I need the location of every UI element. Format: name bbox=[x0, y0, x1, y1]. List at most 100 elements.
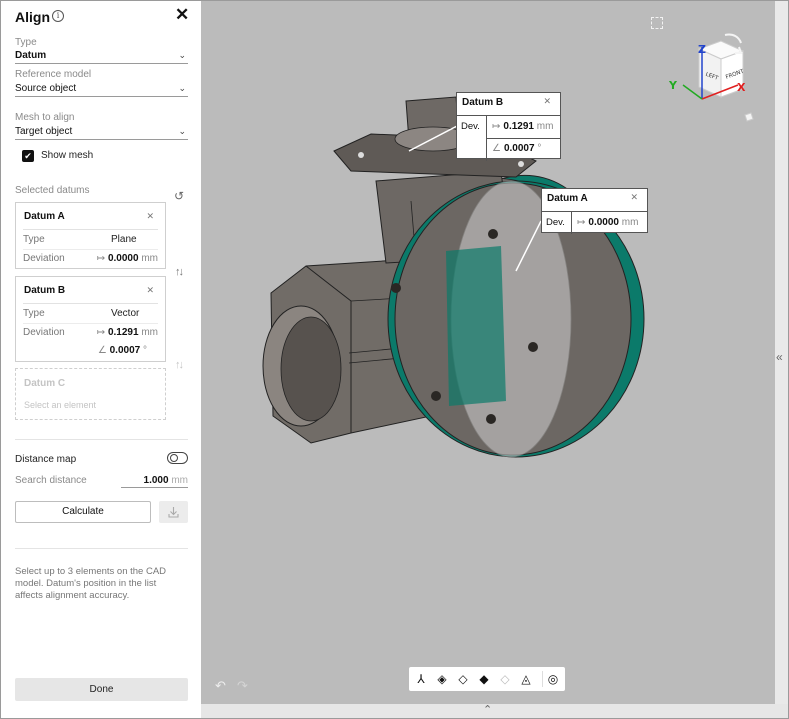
toolbar-divider bbox=[542, 671, 543, 687]
3d-viewport[interactable]: LEFT FRONT Z X Y Datum B ✕ Dev. ↦ 0.1291 … bbox=[201, 1, 775, 704]
datum-b-angle: ∠ 0.0007 ° bbox=[98, 345, 147, 356]
datum-b-deviation-row: Deviation ↦ 0.1291 mm bbox=[23, 327, 158, 339]
close-callout-b-icon[interactable]: ✕ bbox=[543, 96, 551, 107]
datum-b-type-row: Type Vector bbox=[23, 308, 158, 320]
download-icon bbox=[168, 507, 179, 518]
distance-map-label: Distance map bbox=[15, 454, 77, 465]
mesh-to-align-value: Target object bbox=[15, 126, 73, 137]
datum-a-deviation-label: Deviation bbox=[23, 253, 65, 264]
datum-a-type-label: Type bbox=[23, 234, 45, 245]
distance-icon: ↦ bbox=[492, 121, 501, 132]
axis-x-label: X bbox=[737, 81, 746, 94]
datum-a-deviation: ↦ 0.0000 mm bbox=[97, 253, 158, 264]
close-callout-a-icon[interactable]: ✕ bbox=[630, 192, 638, 203]
expand-up-icon[interactable]: ⌃ bbox=[483, 703, 492, 716]
remove-datum-b-icon[interactable]: ✕ bbox=[146, 285, 154, 296]
info-icon[interactable]: i bbox=[52, 10, 64, 22]
callout-datum-b-dev-label: Dev. bbox=[457, 116, 487, 161]
divider bbox=[23, 323, 158, 324]
callout-datum-a-dev-label: Dev. bbox=[542, 212, 572, 234]
type-select[interactable]: Datum ⌄ bbox=[15, 50, 188, 64]
datum-b-angle-row: ∠ 0.0007 ° bbox=[23, 345, 158, 357]
mesh-to-align-label: Mesh to align bbox=[15, 112, 75, 123]
datum-b-deviation: ↦ 0.1291 mm bbox=[97, 327, 158, 338]
search-distance-label: Search distance bbox=[15, 475, 87, 486]
datum-b-deviation-value: 0.1291 bbox=[107, 327, 139, 338]
callout-datum-a-dev-value: 0.0000 bbox=[588, 217, 619, 228]
callout-datum-a-dev-unit: mm bbox=[621, 217, 639, 228]
angle-icon: ∠ bbox=[492, 143, 501, 154]
redo-icon: ↷ bbox=[237, 678, 248, 693]
datum-a-deviation-row: Deviation ↦ 0.0000 mm bbox=[23, 253, 158, 265]
type-select-value: Datum bbox=[15, 50, 47, 61]
axis-z-label: Z bbox=[698, 43, 706, 56]
divider bbox=[487, 138, 560, 139]
show-mesh-label: Show mesh bbox=[41, 150, 94, 161]
undo-icon[interactable]: ↶ bbox=[215, 678, 226, 694]
datum-a-deviation-value: 0.0000 bbox=[107, 253, 139, 264]
axes-icon[interactable]: ⅄ bbox=[413, 671, 429, 687]
view-top-icon[interactable]: ◆ bbox=[476, 671, 492, 687]
view-front-icon[interactable]: ◈ bbox=[434, 671, 450, 687]
help-text: Select up to 3 elements on the CAD model… bbox=[15, 566, 167, 601]
datum-c-slot[interactable]: Datum C Select an element bbox=[15, 368, 166, 420]
expand-left-icon[interactable]: « bbox=[776, 350, 783, 364]
callout-datum-b: Datum B ✕ Dev. ↦ 0.1291 mm ∠ 0.0007 ° bbox=[456, 92, 561, 161]
callout-datum-b-deviation: ↦ 0.1291 mm bbox=[492, 121, 553, 132]
datum-b-angle-unit: ° bbox=[143, 345, 147, 356]
datum-b-card[interactable]: Datum B ✕ Type Vector Deviation ↦ 0.1291… bbox=[15, 276, 166, 362]
download-button[interactable] bbox=[159, 501, 188, 523]
section-icon[interactable]: ◬ bbox=[518, 671, 534, 687]
callout-datum-a-title: Datum A bbox=[547, 193, 588, 204]
align-panel: Align i ✕ Type Datum ⌄ Reference model S… bbox=[1, 1, 201, 718]
angle-icon: ∠ bbox=[97, 345, 110, 356]
distance-icon: ↦ bbox=[96, 327, 108, 338]
panel-title: Align bbox=[15, 9, 50, 25]
view-cube[interactable]: LEFT FRONT Z X Y bbox=[663, 29, 773, 139]
measure-icon[interactable]: ◎ bbox=[545, 671, 561, 687]
close-icon[interactable]: ✕ bbox=[175, 6, 189, 24]
search-distance-input[interactable]: 1.000 mm bbox=[121, 475, 188, 488]
datum-b-type-value: Vector bbox=[111, 308, 140, 319]
reference-model-select[interactable]: Source object ⌄ bbox=[15, 83, 188, 97]
chevron-down-icon: ⌄ bbox=[178, 50, 186, 60]
datum-a-deviation-unit: mm bbox=[141, 253, 158, 264]
datum-b-type-label: Type bbox=[23, 308, 45, 319]
right-collapse-bar[interactable]: « bbox=[775, 1, 788, 704]
callout-datum-b-dev-unit: mm bbox=[536, 121, 554, 132]
datum-a-title: Datum A bbox=[24, 211, 65, 222]
reset-icon[interactable]: ↺ bbox=[174, 189, 184, 203]
callout-datum-b-angle-unit: ° bbox=[537, 143, 542, 154]
distance-map-toggle[interactable] bbox=[167, 452, 188, 464]
distance-icon: ↦ bbox=[577, 217, 586, 228]
swap-datums-icon[interactable]: ↑↓ bbox=[175, 266, 184, 278]
mesh-to-align-select[interactable]: Target object ⌄ bbox=[15, 126, 188, 140]
show-mesh-checkbox[interactable]: ✔ bbox=[22, 150, 34, 162]
datum-b-deviation-unit: mm bbox=[141, 327, 158, 338]
fit-view-icon[interactable] bbox=[651, 17, 663, 29]
toggle-knob bbox=[170, 454, 178, 462]
callout-datum-b-angle-value: 0.0007 bbox=[503, 143, 535, 154]
swap-datums-icon-disabled: ↑↓ bbox=[175, 359, 184, 371]
view-side-icon[interactable]: ◇ bbox=[455, 671, 471, 687]
callout-datum-b-angle: ∠ 0.0007 ° bbox=[492, 143, 541, 154]
done-button[interactable]: Done bbox=[15, 678, 188, 701]
callout-datum-b-title: Datum B bbox=[462, 97, 504, 108]
callout-datum-b-dev-row: Dev. ↦ 0.1291 mm ∠ 0.0007 ° bbox=[457, 115, 560, 161]
bottom-collapse-bar[interactable]: ⌃ bbox=[201, 704, 788, 718]
datum-c-placeholder: Select an element bbox=[24, 400, 97, 410]
chevron-down-icon: ⌄ bbox=[178, 83, 186, 93]
type-label: Type bbox=[15, 37, 37, 48]
calculate-button[interactable]: Calculate bbox=[15, 501, 151, 523]
distance-icon: ↦ bbox=[96, 253, 108, 264]
reference-model-value: Source object bbox=[15, 83, 77, 94]
remove-datum-a-icon[interactable]: ✕ bbox=[146, 211, 154, 222]
datum-a-card[interactable]: Datum A ✕ Type Plane Deviation ↦ 0.0000 … bbox=[15, 202, 166, 269]
callout-datum-a-dev-row: Dev. ↦ 0.0000 mm bbox=[542, 211, 647, 234]
callout-datum-a: Datum A ✕ Dev. ↦ 0.0000 mm bbox=[541, 188, 648, 234]
view-toolbar: ⅄ ◈ ◇ ◆ ◇ ◬ ◎ bbox=[409, 667, 565, 691]
datum-c-title: Datum C bbox=[24, 378, 66, 389]
datum-a-type-value: Plane bbox=[111, 234, 137, 245]
chevron-down-icon: ⌄ bbox=[178, 126, 186, 136]
datum-b-deviation-label: Deviation bbox=[23, 327, 65, 338]
